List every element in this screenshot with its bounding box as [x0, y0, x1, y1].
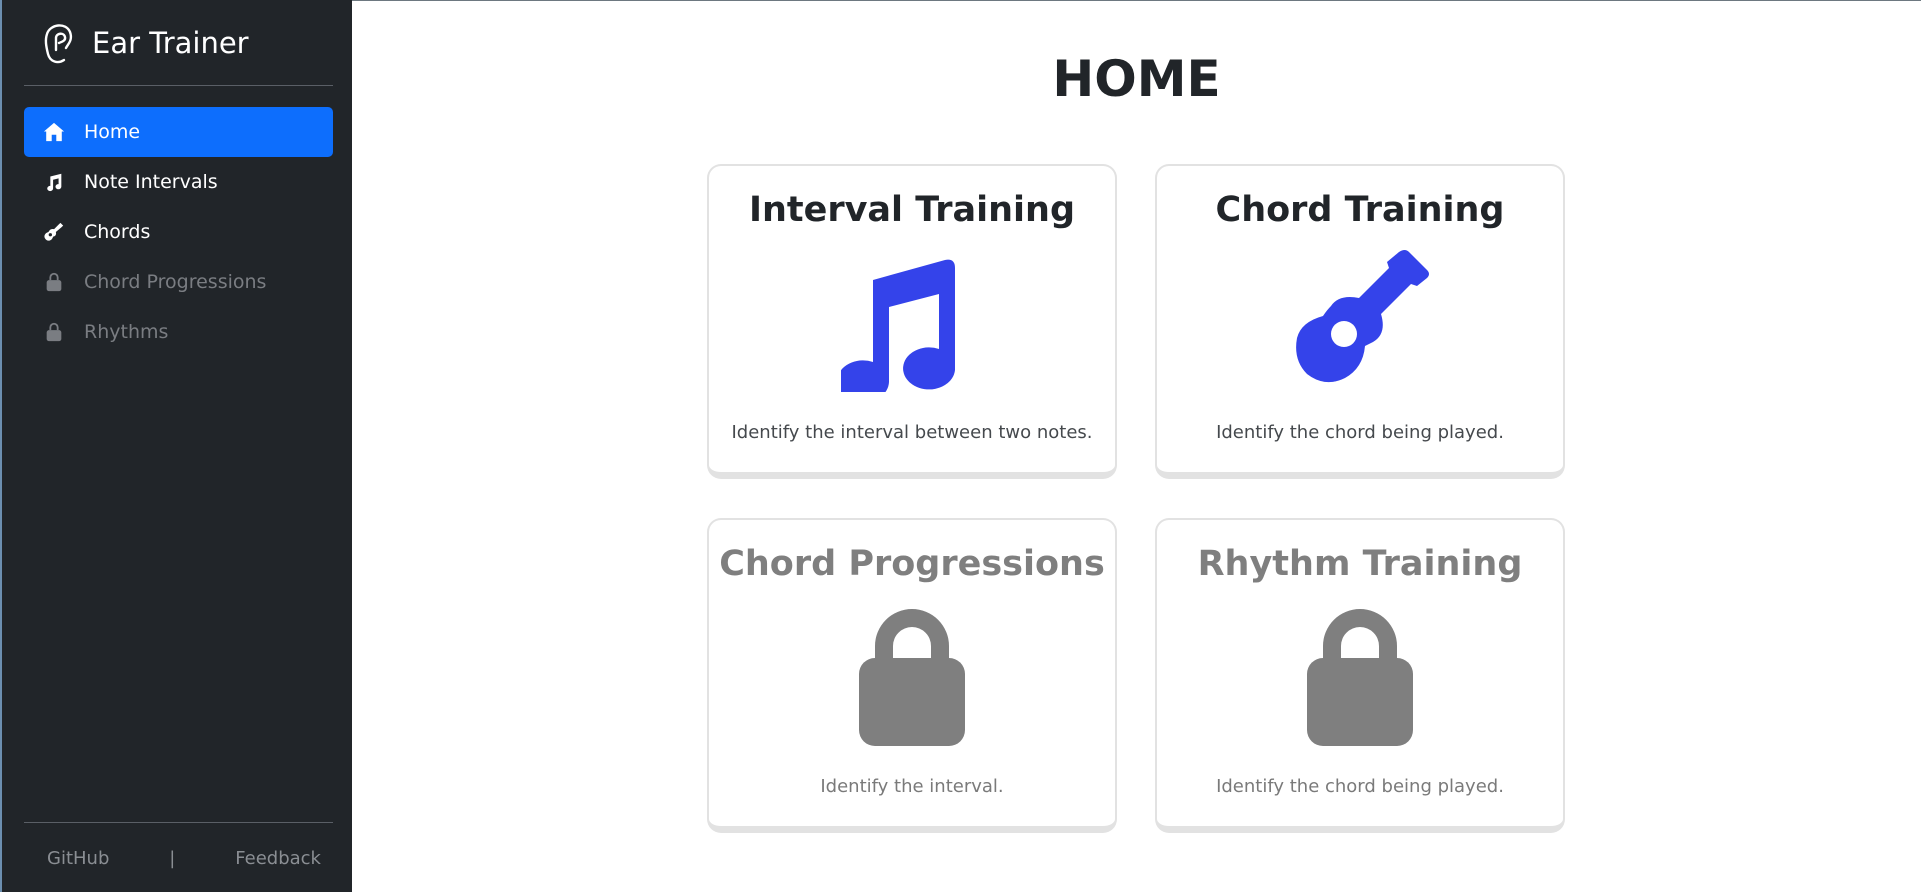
- card-chord-progressions[interactable]: Chord Progressions Identify the interval…: [707, 518, 1117, 833]
- footer-separator: |: [169, 847, 176, 869]
- sidebar-item-note-intervals[interactable]: Note Intervals: [24, 157, 333, 207]
- card-interval-training[interactable]: Interval Training Identify the interval …: [707, 164, 1117, 479]
- lock-icon: [41, 321, 67, 343]
- sidebar: Ear Trainer Home Note Intervals Chords C…: [0, 0, 352, 892]
- guitar-icon: [1296, 250, 1429, 383]
- card-title: Interval Training: [748, 190, 1076, 230]
- lock-icon: [1307, 609, 1413, 746]
- card-title: Chord Progressions: [719, 544, 1105, 584]
- feedback-link[interactable]: Feedback: [235, 848, 321, 869]
- sidebar-item-label: Rhythms: [84, 321, 169, 343]
- sidebar-footer-divider: [24, 822, 333, 823]
- sidebar-item-label: Home: [84, 121, 141, 143]
- main-content: HOME Interval Training Identify the inte…: [352, 0, 1921, 892]
- music-note-icon: [41, 171, 67, 193]
- sidebar-footer: GitHub | Feedback: [24, 843, 333, 873]
- lock-icon: [41, 271, 67, 293]
- lock-icon: [859, 609, 965, 746]
- sidebar-item-label: Note Intervals: [84, 171, 218, 193]
- music-note-icon: [841, 259, 955, 392]
- card-description: Identify the chord being played.: [1216, 422, 1504, 443]
- sidebar-item-label: Chords: [84, 221, 151, 243]
- card-description: Identify the interval.: [820, 776, 1004, 797]
- card-title: Chord Training: [1215, 190, 1505, 230]
- card-description: Identify the interval between two notes.: [731, 422, 1093, 443]
- sidebar-nav: Home Note Intervals Chords Chord Progres…: [24, 107, 333, 357]
- sidebar-item-home[interactable]: Home: [24, 107, 333, 157]
- sidebar-divider: [24, 85, 333, 86]
- github-link[interactable]: GitHub: [47, 848, 109, 869]
- app-title: Ear Trainer: [92, 26, 249, 60]
- card-icon-wrap: [709, 250, 1115, 392]
- ear-logo-icon: [44, 24, 73, 64]
- home-icon: [41, 121, 67, 143]
- sidebar-item-chords[interactable]: Chords: [24, 207, 333, 257]
- sidebar-item-chord-progressions[interactable]: Chord Progressions: [24, 257, 333, 307]
- card-icon-wrap: [709, 604, 1115, 746]
- sidebar-item-label: Chord Progressions: [84, 271, 267, 293]
- card-chord-training[interactable]: Chord Training Identify the chord being …: [1155, 164, 1565, 479]
- card-icon-wrap: [1157, 604, 1563, 746]
- guitar-icon: [41, 221, 67, 243]
- brand[interactable]: Ear Trainer: [40, 20, 249, 66]
- card-description: Identify the chord being played.: [1216, 776, 1504, 797]
- card-rhythm-training[interactable]: Rhythm Training Identify the chord being…: [1155, 518, 1565, 833]
- card-title: Rhythm Training: [1197, 544, 1523, 584]
- page-title: HOME: [1052, 50, 1221, 108]
- sidebar-item-rhythms[interactable]: Rhythms: [24, 307, 333, 357]
- card-icon-wrap: [1157, 250, 1563, 392]
